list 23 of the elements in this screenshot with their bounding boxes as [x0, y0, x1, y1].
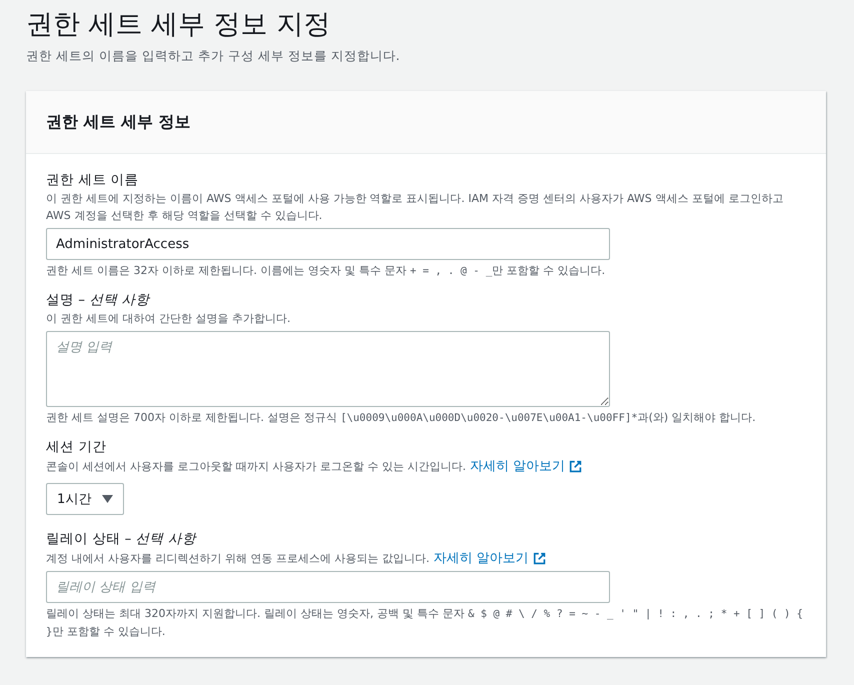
text-input-field[interactable]: AdministratorAccess: [46, 228, 610, 260]
external-link-icon: [569, 460, 582, 472]
field-description: 계정 내에서 사용자를 리디렉션하기 위해 연동 프로세스에 사용되는 값입니다.: [46, 551, 430, 567]
panel-title: 권한 세트 세부 정보: [46, 111, 192, 133]
page-subtitle: 권한 세트의 이름을 입력하고 추가 구성 세부 정보를 지정합니다.: [26, 48, 401, 65]
field-description: 이 권한 세트에 대하여 간단한 설명을 추가합니다.: [46, 311, 292, 327]
field-label: 설명 – 선택 사항: [46, 291, 152, 310]
field-label: 릴레이 상태 – 선택 사항: [46, 530, 198, 549]
learn-more-link[interactable]: 자세히 알아보기: [433, 549, 546, 567]
constraint-text: 권한 세트 설명은 700자 이하로 제한됩니다. 설명은 정규식 [\u0009\u000A\u000D\u0020-\u007E\u00A1-\u00FF]*과(와) 일치해야 합니다.: [46, 410, 757, 426]
caret-icon: [102, 495, 113, 503]
learn-more-link[interactable]: 자세히 알아보기: [470, 457, 582, 475]
text-input-field[interactable]: 릴레이 상태 입력: [46, 571, 610, 603]
field-label: 권한 세트 이름: [46, 171, 140, 190]
constraint-text: 릴레이 상태는 최대 320자까지 지원합니다. 릴레이 상태는 영숫자, 공백 및 특수 문자 & $ @ # \ / % ? = ~ - _ ' " | ! : , . ; * + [ ] ( ) { }만 포함할 수 있습니다.: [46, 606, 804, 640]
field-label: 세션 기간: [46, 438, 108, 457]
field-description: 이 권한 세트에 지정하는 이름이 AWS 액세스 포털에 사용 가능한 역할로 표시됩니다. IAM 자격 증명 센터의 사용자가 AWS 액세스 포털에 로그인하고 AWS 계정을 선택한 후 해당 역할을 선택할 수 있습니다.: [46, 191, 784, 224]
duration-select[interactable]: 1시간: [46, 483, 124, 515]
field-description: 콘솔이 세션에서 사용자를 로그아웃할 때까지 사용자가 로그온할 수 있는 시간입니다.: [46, 459, 466, 475]
external-link-icon: [532, 552, 546, 564]
constraint-text: 권한 세트 이름은 32자 이하로 제한됩니다. 이름에는 영숫자 및 특수 문자 + = , . @ - _만 포함할 수 있습니다.: [46, 263, 606, 279]
page-title: 권한 세트 세부 정보 지정: [26, 8, 332, 42]
textarea-field[interactable]: 설명 입력: [46, 331, 610, 407]
